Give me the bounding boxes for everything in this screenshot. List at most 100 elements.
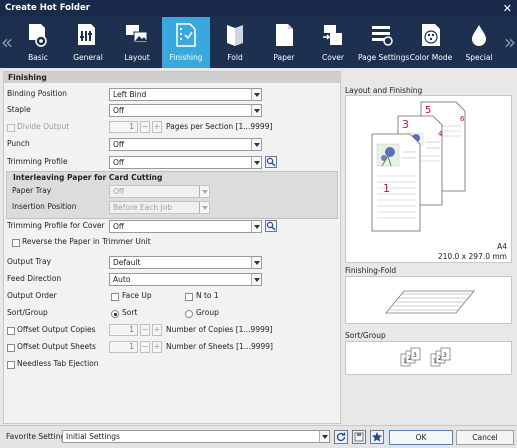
offset-sheets-input[interactable]: 1 — [109, 341, 138, 353]
offset-copies-checkbox[interactable] — [7, 327, 15, 335]
binding-position-row: Binding Position Left Bind — [4, 87, 340, 102]
tab-page-settings[interactable]: Page Settings — [358, 17, 409, 68]
n-to-1-checkbox[interactable] — [185, 293, 193, 301]
tab-label: Special — [465, 53, 493, 62]
tab-basic[interactable]: Basic — [14, 17, 62, 68]
decrement-button[interactable]: − — [140, 341, 150, 353]
n-to-1-label: N to 1 — [196, 291, 219, 300]
increment-button[interactable]: + — [152, 341, 162, 353]
tab-general[interactable]: General — [64, 17, 112, 68]
tab-color-mode[interactable]: Color Mode — [407, 17, 455, 68]
droplet-icon — [472, 25, 486, 46]
needless-tab-label: Needless Tab Ejection — [17, 359, 99, 368]
offset-copies-row: Offset Output Copies 1 − + Number of Cop… — [4, 323, 340, 338]
chevron-down-icon — [251, 139, 261, 150]
binding-position-value: Left Bind — [113, 90, 147, 99]
insertion-position-select[interactable]: Before Each Job — [109, 201, 210, 214]
sort-preview-title: Sort/Group — [345, 331, 386, 340]
divide-output-checkbox[interactable] — [7, 124, 15, 132]
magnifier-icon — [266, 157, 276, 167]
output-tray-row: Output Tray Default — [4, 255, 340, 270]
chevron-down-icon — [251, 274, 261, 285]
title-bar: Create Hot Folder ✕ — [0, 0, 517, 17]
divide-output-suffix: Pages per Section [1...9999] — [166, 122, 273, 131]
chevron-down-icon — [251, 221, 261, 232]
stacked-pages-illustration: 5 6 3 4 1 — [371, 101, 466, 232]
chevron-down-icon — [251, 157, 261, 168]
scroll-left-icon[interactable]: « — [0, 17, 14, 68]
binding-position-select[interactable]: Left Bind — [109, 88, 262, 101]
cancel-button[interactable]: Cancel — [456, 430, 514, 445]
ok-button[interactable]: OK — [389, 430, 453, 445]
trimming-profile-cover-row: Trimming Profile for Cover Off — [4, 219, 340, 234]
output-tray-select[interactable]: Default — [109, 256, 262, 269]
favorite-setting-select[interactable]: Initial Settings — [62, 430, 330, 443]
sort-preview: 1 2 3 1 2 3 — [345, 341, 512, 375]
paper-tray-select[interactable]: Off — [109, 185, 210, 198]
staple-label: Staple — [7, 105, 31, 114]
feed-direction-select[interactable]: Auto — [109, 273, 262, 286]
cover-icon — [323, 25, 342, 45]
binding-position-label: Binding Position — [7, 89, 67, 98]
staple-select[interactable]: Off — [109, 104, 262, 117]
staple-row: Staple Off — [4, 103, 340, 118]
basic-icon — [29, 24, 47, 47]
sort-radio[interactable] — [111, 310, 119, 318]
search-cover-profile-button[interactable] — [265, 220, 277, 232]
close-icon[interactable]: ✕ — [503, 0, 512, 17]
window-title: Create Hot Folder — [5, 3, 90, 13]
trimming-profile-cover-select[interactable]: Off — [109, 220, 262, 233]
feed-direction-label: Feed Direction — [7, 274, 62, 283]
decrement-button[interactable]: − — [140, 324, 150, 336]
insertion-position-value: Before Each Job — [113, 203, 173, 212]
needless-tab-row: Needless Tab Ejection — [4, 357, 340, 372]
divide-output-input[interactable]: 1 — [109, 121, 138, 133]
face-up-checkbox[interactable] — [111, 293, 119, 301]
tab-layout[interactable]: Layout — [113, 17, 161, 68]
reverse-paper-row: Reverse the Paper in Trimmer Unit — [4, 235, 340, 250]
offset-copies-input[interactable]: 1 — [109, 324, 138, 336]
search-profile-button[interactable] — [265, 156, 277, 168]
reverse-paper-checkbox[interactable] — [12, 239, 20, 247]
tab-label: Layout — [124, 53, 150, 62]
magnifier-icon — [266, 221, 276, 231]
tab-cover[interactable]: Cover — [309, 17, 357, 68]
finishing-panel: Finishing Binding Position Left Bind Sta… — [3, 71, 341, 424]
star-icon — [372, 432, 382, 442]
sort-group-row: Sort/Group Sort Group — [4, 306, 340, 321]
trimming-profile-select[interactable]: Off — [109, 156, 262, 169]
decrement-button[interactable]: − — [140, 121, 150, 133]
trimming-profile-cover-value: Off — [113, 222, 125, 231]
trimming-profile-value: Off — [113, 158, 125, 167]
offset-sheets-label: Offset Output Sheets — [17, 342, 96, 351]
save-button[interactable] — [352, 430, 366, 444]
increment-button[interactable]: + — [152, 324, 162, 336]
increment-button[interactable]: + — [152, 121, 162, 133]
chevron-down-icon — [199, 202, 209, 213]
group-radio[interactable] — [185, 310, 193, 318]
paper-tray-row: Paper Tray Off — [4, 184, 340, 199]
color-mode-icon — [422, 24, 440, 46]
tab-label: Cover — [322, 53, 344, 62]
tab-paper[interactable]: Paper — [260, 17, 308, 68]
fold-icon — [227, 25, 243, 46]
favorite-button[interactable] — [370, 430, 384, 444]
offset-sheets-checkbox[interactable] — [7, 344, 15, 352]
tab-special[interactable]: Special — [455, 17, 503, 68]
chevron-down-icon — [199, 186, 209, 197]
tab-finishing[interactable]: Finishing — [162, 17, 210, 68]
feed-direction-value: Auto — [113, 275, 131, 284]
needless-tab-checkbox[interactable] — [7, 361, 15, 369]
refresh-button[interactable] — [334, 430, 348, 444]
page-settings-icon — [372, 26, 393, 46]
scroll-right-icon[interactable]: » — [503, 17, 517, 68]
chevron-down-icon — [251, 89, 261, 100]
finishing-icon — [176, 23, 196, 47]
general-icon — [78, 24, 95, 45]
sort-group-label: Sort/Group — [7, 308, 48, 317]
paper-tray-label: Paper Tray — [12, 186, 52, 195]
category-toolbar: « Basic General Layout Finishing Fold Pa — [0, 17, 517, 68]
chevron-down-icon — [319, 431, 329, 442]
punch-select[interactable]: Off — [109, 138, 262, 151]
tab-fold[interactable]: Fold — [211, 17, 259, 68]
